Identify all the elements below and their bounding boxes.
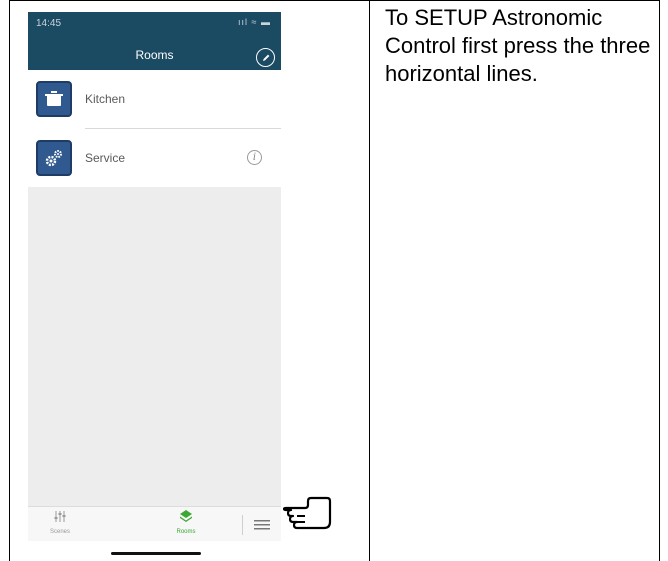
- tab-label: Scenes: [49, 529, 70, 535]
- tab-rooms[interactable]: Rooms: [166, 509, 206, 535]
- room-row-kitchen[interactable]: Kitchen: [28, 70, 281, 128]
- status-time: 14:45: [36, 18, 62, 29]
- edit-button[interactable]: [256, 48, 275, 67]
- room-label: Kitchen: [85, 92, 126, 106]
- room-label: Service: [85, 151, 126, 165]
- rooms-icon: [180, 510, 192, 522]
- table-border-right: [659, 0, 660, 561]
- tab-divider: [242, 515, 243, 535]
- empty-list-area: [28, 187, 281, 507]
- table-border-top: [9, 0, 659, 1]
- scenes-icon: [54, 511, 66, 522]
- page-title: Rooms: [135, 48, 174, 62]
- phone-screenshot: 14:45 ııl ≈ ▬ Rooms Kitchen Service i Sc…: [28, 12, 281, 557]
- app-header: 14:45 ııl ≈ ▬ Rooms: [28, 12, 281, 70]
- gears-icon: [36, 140, 72, 176]
- instruction-text: To SETUP Astronomic Control first press …: [385, 5, 651, 86]
- table-border-left: [9, 0, 10, 561]
- home-indicator: [111, 552, 201, 555]
- tab-bar: Scenes Rooms: [28, 506, 281, 541]
- kitchen-pot-icon: [36, 81, 72, 117]
- pointing-hand-icon: [283, 496, 332, 530]
- tab-label: Rooms: [176, 529, 196, 535]
- status-icons: ııl ≈ ▬: [238, 17, 271, 27]
- room-row-service[interactable]: Service: [28, 129, 281, 187]
- menu-button[interactable]: [252, 516, 272, 532]
- info-icon[interactable]: i: [247, 150, 262, 165]
- table-border-middle: [369, 0, 370, 561]
- pencil-icon: [262, 54, 269, 61]
- tab-scenes[interactable]: Scenes: [40, 509, 80, 535]
- hamburger-menu-icon: [254, 520, 270, 530]
